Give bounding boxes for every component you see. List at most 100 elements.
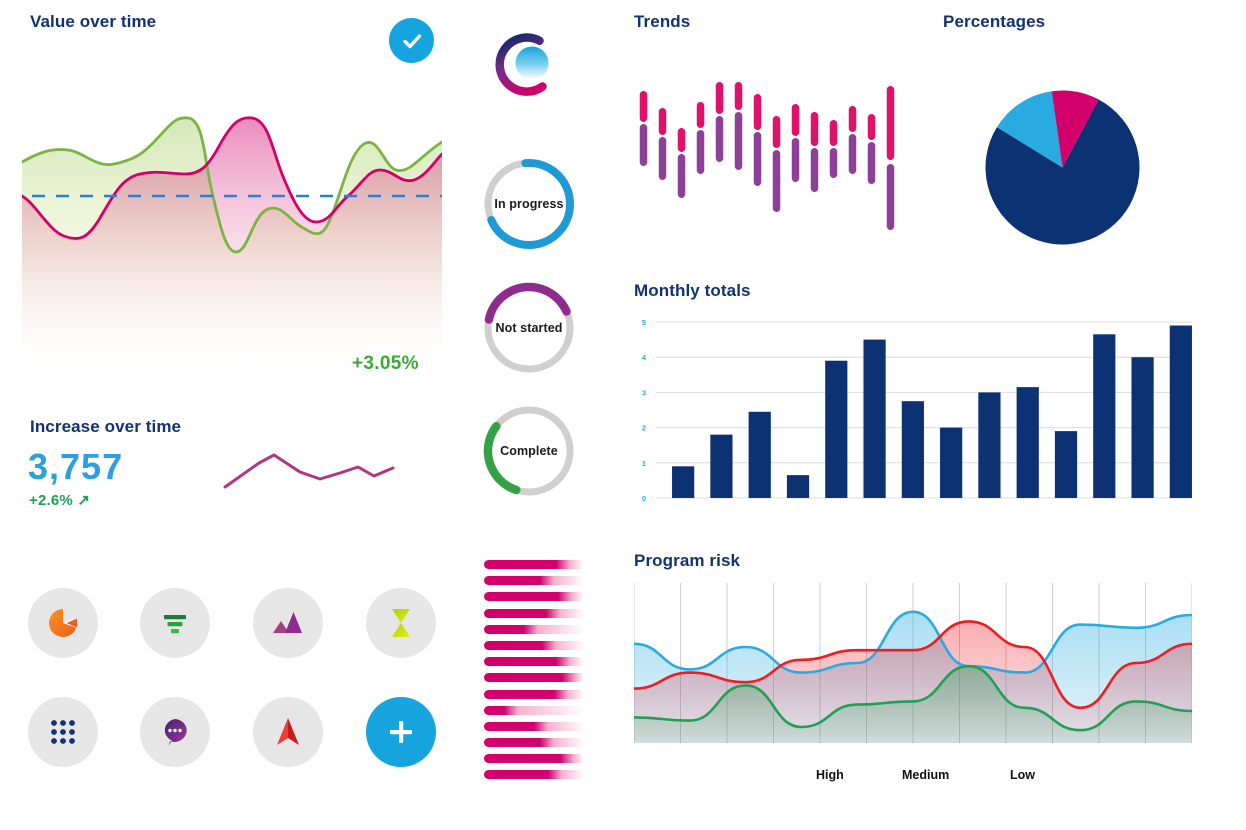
icon-button-navigation-arrow[interactable] — [253, 697, 323, 767]
y-axis-tick: 2 — [642, 424, 646, 433]
trend-bar-high — [696, 102, 705, 128]
bar — [786, 475, 810, 498]
trend-bar-high — [867, 114, 876, 140]
trend-bar-high — [886, 86, 895, 160]
trend-bar-low — [715, 116, 724, 162]
risk-axis-label-low: Low — [1010, 768, 1035, 782]
icon-button-filter[interactable] — [140, 588, 210, 658]
donut-in-progress[interactable]: In progress — [480, 155, 578, 253]
gradient-bar-row — [484, 754, 584, 764]
trend-bar-high — [753, 94, 762, 130]
value-over-time-delta: +3.05% — [352, 353, 419, 374]
gradient-bar-fill — [484, 673, 584, 683]
gradient-bar-fill — [484, 738, 584, 748]
bar — [1093, 334, 1116, 498]
gradient-bar-fill — [484, 770, 584, 780]
gradient-bar-fill — [484, 576, 584, 586]
donut-complete[interactable]: Complete — [480, 402, 578, 500]
y-axis-tick: 1 — [642, 459, 646, 468]
monthly-totals-bar-chart[interactable]: 0 1 2 3 4 5 — [634, 312, 1192, 517]
trend-bar-low — [848, 134, 857, 174]
icon-button-grid-dots[interactable] — [28, 697, 98, 767]
gradient-bar-fill — [484, 608, 584, 618]
y-axis-tick: 4 — [642, 353, 647, 362]
trend-bar-high — [677, 128, 686, 152]
trend-bar-low — [658, 137, 667, 180]
bar — [825, 360, 848, 498]
gradient-bar-row — [484, 770, 584, 780]
trend-bar-high — [772, 116, 781, 148]
gradient-bar-fill — [484, 657, 584, 667]
donut-label: Not started — [495, 321, 563, 335]
trend-bar-high — [715, 82, 724, 114]
trend-bar-low — [810, 148, 819, 192]
gradient-bar-fill — [484, 624, 584, 634]
add-button[interactable] — [366, 697, 436, 767]
gradient-bar-fill — [484, 640, 584, 650]
gradient-bar-row — [484, 721, 584, 731]
gradient-bar-fill — [484, 754, 584, 764]
hourglass-icon — [392, 609, 410, 637]
check-icon — [402, 33, 421, 48]
bar — [672, 466, 695, 498]
gradient-bar-row — [484, 640, 584, 650]
trend-bar-low — [772, 150, 781, 212]
grid-dots-icon — [51, 720, 75, 744]
trend-bar-low — [677, 154, 686, 198]
program-risk-title: Program risk — [634, 551, 741, 570]
percentages-pie-chart[interactable] — [985, 90, 1140, 245]
trend-bar-high — [658, 108, 667, 135]
filter-icon — [164, 615, 186, 634]
icon-button-hourglass[interactable] — [366, 588, 436, 658]
trend-bar-low — [829, 148, 838, 178]
gradient-bar-row — [484, 673, 584, 683]
trend-bar-low — [639, 124, 648, 166]
value-over-time-title: Value over time — [30, 12, 157, 31]
bar — [748, 411, 771, 498]
donut-label: In progress — [494, 197, 564, 211]
mountains-icon — [273, 612, 302, 633]
gradient-bar-row — [484, 560, 584, 569]
bar — [1169, 325, 1192, 498]
trends-floating-bar-chart[interactable] — [634, 80, 900, 245]
gradient-bar-row — [484, 592, 584, 602]
gradient-bar-fill — [484, 592, 584, 602]
gradient-bar-row — [484, 576, 584, 586]
chat-bubble-icon — [164, 719, 187, 746]
trend-bar-low — [791, 138, 800, 182]
trend-bar-high — [734, 82, 743, 110]
trend-bar-low — [753, 132, 762, 186]
value-over-time-area-chart[interactable] — [22, 100, 442, 375]
icon-button-chat-bubble[interactable] — [140, 697, 210, 767]
y-axis-tick: 5 — [642, 318, 646, 327]
program-risk-area-chart[interactable] — [634, 583, 1192, 758]
status-check-badge[interactable] — [389, 18, 434, 63]
trend-bar-high — [639, 91, 648, 122]
monthly-totals-title: Monthly totals — [634, 281, 751, 300]
bar — [901, 401, 924, 498]
y-axis-tick: 3 — [642, 388, 646, 397]
gradient-bar-row — [484, 608, 584, 618]
gradient-bar-fill — [484, 689, 584, 699]
gradient-bar-fill — [484, 705, 584, 715]
trends-title: Trends — [634, 12, 691, 31]
icon-button-pie-slice[interactable] — [28, 588, 98, 658]
trend-bar-low — [867, 142, 876, 184]
increase-sparkline-chart[interactable] — [222, 445, 397, 495]
trend-bar-low — [886, 164, 895, 230]
brand-inner-circle — [515, 46, 549, 80]
bar — [978, 392, 1001, 498]
risk-axis-label-medium: Medium — [902, 768, 950, 782]
add-icon — [390, 721, 412, 743]
y-axis-tick: 0 — [642, 494, 646, 503]
trend-bar-high — [848, 106, 857, 132]
bar — [1131, 357, 1154, 498]
donut-not-started[interactable]: Not started — [480, 279, 578, 377]
icon-button-mountains[interactable] — [253, 588, 323, 658]
gradient-bar-list — [484, 560, 584, 787]
gradient-bar-fill — [484, 721, 584, 731]
gradient-bar-fill — [484, 560, 584, 569]
bar — [863, 339, 886, 498]
sparkline-path — [223, 453, 395, 489]
donut-label: Complete — [500, 444, 558, 458]
